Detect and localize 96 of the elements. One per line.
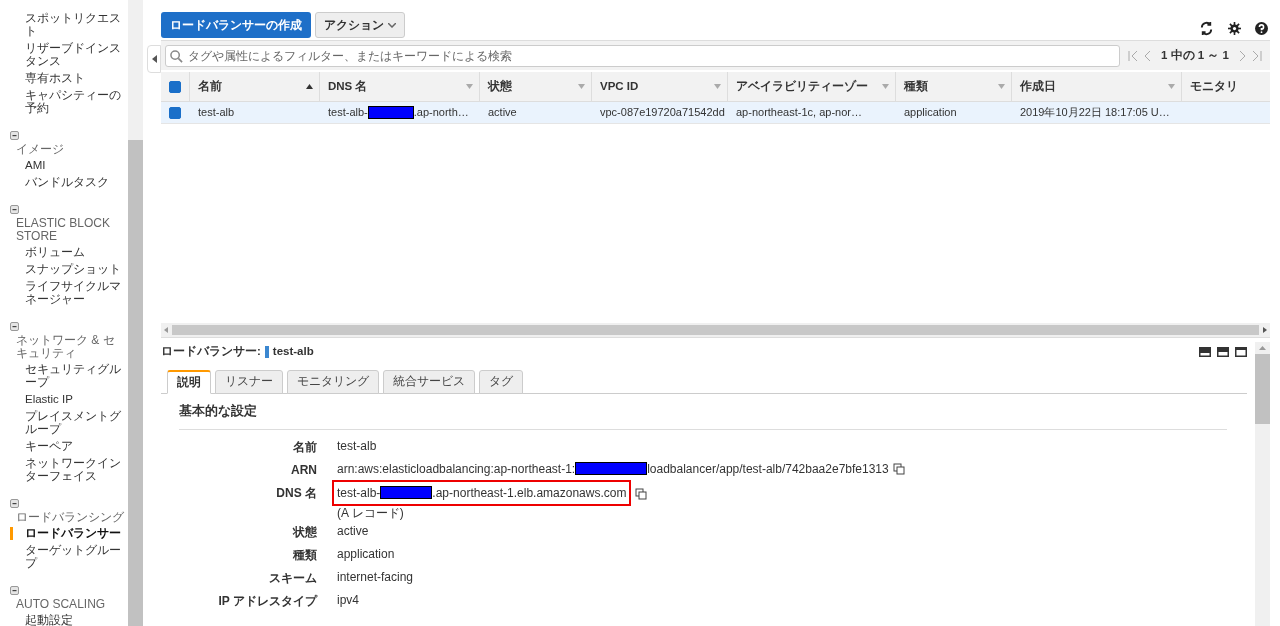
- scroll-thumb[interactable]: [128, 140, 143, 626]
- detail-label: ロードバランサー:: [161, 344, 261, 360]
- collapse-icon[interactable]: [10, 205, 19, 214]
- sidebar-item[interactable]: ライフサイクルマネージャー: [25, 280, 128, 306]
- sidebar-item[interactable]: セキュリティグループ: [25, 363, 128, 389]
- sidebar-item[interactable]: ターゲットグループ: [25, 544, 128, 570]
- scroll-up-icon[interactable]: [1259, 346, 1266, 350]
- collapse-icon[interactable]: [10, 131, 19, 140]
- sidebar-item[interactable]: Elastic IP: [25, 393, 73, 406]
- sidebar-item[interactable]: ボリューム: [25, 246, 85, 259]
- detail-name: test-alb: [272, 344, 314, 360]
- pagination-text: 1 中の 1 ～ 1: [1161, 47, 1229, 63]
- table-row[interactable]: test-alb test-alb- .ap-north… active vpc-087e19720a71542dd ap-northeast-1c, ap-nor… application 2019年10月22日 18:17:05 U…: [161, 102, 1270, 124]
- scroll-thumb[interactable]: [172, 325, 1259, 335]
- sidebar-item[interactable]: プレイスメントグループ: [25, 410, 128, 436]
- sidebar-item[interactable]: AMI: [25, 159, 46, 172]
- field-label: 種類: [292, 546, 318, 564]
- tab[interactable]: タグ: [479, 370, 523, 394]
- checkbox[interactable]: [169, 80, 181, 93]
- tab[interactable]: 統合サービス: [383, 370, 475, 394]
- field-value: test-alb: [337, 437, 377, 455]
- field-value: active: [337, 522, 369, 540]
- collapse-icon[interactable]: [10, 322, 19, 331]
- copy-icon[interactable]: [892, 462, 905, 475]
- section-title: 基本的な設定: [179, 394, 1227, 430]
- section-heading: ELASTIC BLOCK STORE: [15, 217, 112, 243]
- column-header[interactable]: 状態: [488, 77, 512, 96]
- scroll-right-icon[interactable]: [1263, 327, 1267, 333]
- sidebar-item[interactable]: 専有ホスト: [25, 72, 85, 85]
- sidebar-item[interactable]: ネットワークインターフェイス: [25, 457, 128, 483]
- copy-icon[interactable]: [635, 488, 648, 501]
- tab[interactable]: モニタリング: [287, 370, 379, 394]
- scrollbar[interactable]: [128, 0, 143, 626]
- panel-layout-icon[interactable]: [1199, 347, 1211, 357]
- vertical-scrollbar[interactable]: [1255, 342, 1270, 626]
- sidebar-item[interactable]: スポットリクエスト: [25, 12, 128, 38]
- collapse-icon[interactable]: [10, 586, 19, 595]
- sidebar-item[interactable]: バンドルタスク: [25, 176, 109, 189]
- actions-button[interactable]: アクション: [315, 12, 405, 38]
- sidebar-item[interactable]: キャパシティーの予約: [25, 89, 128, 115]
- section-heading: イメージ: [15, 143, 65, 156]
- column-header[interactable]: アベイラビリティーゾー: [736, 77, 868, 96]
- horizontal-scrollbar[interactable]: [161, 323, 1270, 337]
- refresh-icon[interactable]: [1199, 21, 1214, 36]
- field-label: 名前: [292, 438, 318, 456]
- scroll-left-icon[interactable]: [164, 327, 168, 333]
- field-label: DNS 名: [275, 484, 318, 502]
- sidebar-item[interactable]: 起動設定: [25, 614, 73, 626]
- sidebar-item[interactable]: ロードバランサー: [25, 527, 121, 540]
- sidebar-item[interactable]: リザーブドインスタンス: [25, 42, 128, 68]
- table-cell-text: test-alb: [198, 105, 235, 121]
- table-cell-text: application: [904, 105, 957, 121]
- field-value: arn:aws:elasticloadbalancing:ap-northeast-1:: [337, 460, 576, 478]
- field-value: internet-facing: [337, 568, 414, 586]
- section-heading: ロードバランシング: [15, 511, 125, 524]
- field-value: .ap-northeast-1.elb.amazonaws.com: [432, 484, 627, 502]
- settings-icon[interactable]: [1228, 22, 1241, 35]
- section-heading: AUTO SCALING: [15, 598, 107, 611]
- table-cell-text: vpc-087e19720a71542dd: [600, 105, 725, 121]
- column-header[interactable]: 種類: [904, 77, 928, 96]
- collapse-handle[interactable]: [147, 45, 161, 73]
- field-label: IP アドレスタイプ: [217, 592, 319, 610]
- field-label: スキーム: [268, 569, 318, 587]
- table-cell-text: active: [488, 105, 517, 121]
- checkbox[interactable]: [169, 106, 181, 119]
- collapse-icon[interactable]: [10, 499, 19, 508]
- column-header[interactable]: DNS 名: [328, 77, 368, 96]
- caret-icon: [151, 55, 157, 63]
- panel-layout-icon[interactable]: [1235, 347, 1247, 357]
- sidebar-item[interactable]: スナップショット: [25, 263, 121, 276]
- table-cell-text: .ap-north…: [413, 105, 469, 121]
- field-value: test-alb-: [337, 484, 381, 502]
- field-label: 状態: [291, 523, 318, 541]
- table-cell-text: ap-northeast-1c, ap-nor…: [736, 105, 862, 121]
- section-heading: ネットワーク & セキュリティ: [15, 334, 116, 360]
- column-header[interactable]: 名前: [198, 77, 222, 96]
- column-header[interactable]: モニタリ: [1190, 77, 1238, 96]
- column-header[interactable]: 作成日: [1020, 77, 1056, 96]
- create-button[interactable]: ロードバランサーの作成: [161, 12, 311, 38]
- column-header[interactable]: VPC ID: [600, 77, 639, 96]
- sidebar-item[interactable]: キーペア: [25, 440, 73, 453]
- filter-field[interactable]: タグや属性によるフィルター、またはキーワードによる検索: [165, 44, 1121, 67]
- tab[interactable]: 説明: [167, 370, 211, 394]
- table-cell-text: 2019年10月22日 18:17:05 U…: [1020, 105, 1170, 121]
- search-icon: [170, 49, 183, 63]
- table-cell-text: test-alb-: [328, 105, 368, 121]
- tab[interactable]: リスナー: [215, 370, 283, 394]
- field-value: loadbalancer/app/test-alb/742baa2e7bfe1313: [647, 460, 889, 478]
- field-value: ipv4: [337, 591, 359, 609]
- field-value: application: [337, 545, 395, 563]
- field-label: ARN: [290, 461, 318, 479]
- panel-layout-icon[interactable]: [1217, 347, 1229, 357]
- help-icon[interactable]: [1255, 22, 1268, 35]
- caret-icon: [388, 22, 396, 28]
- scroll-thumb[interactable]: [1255, 354, 1270, 424]
- field-note: (A レコード): [337, 504, 405, 522]
